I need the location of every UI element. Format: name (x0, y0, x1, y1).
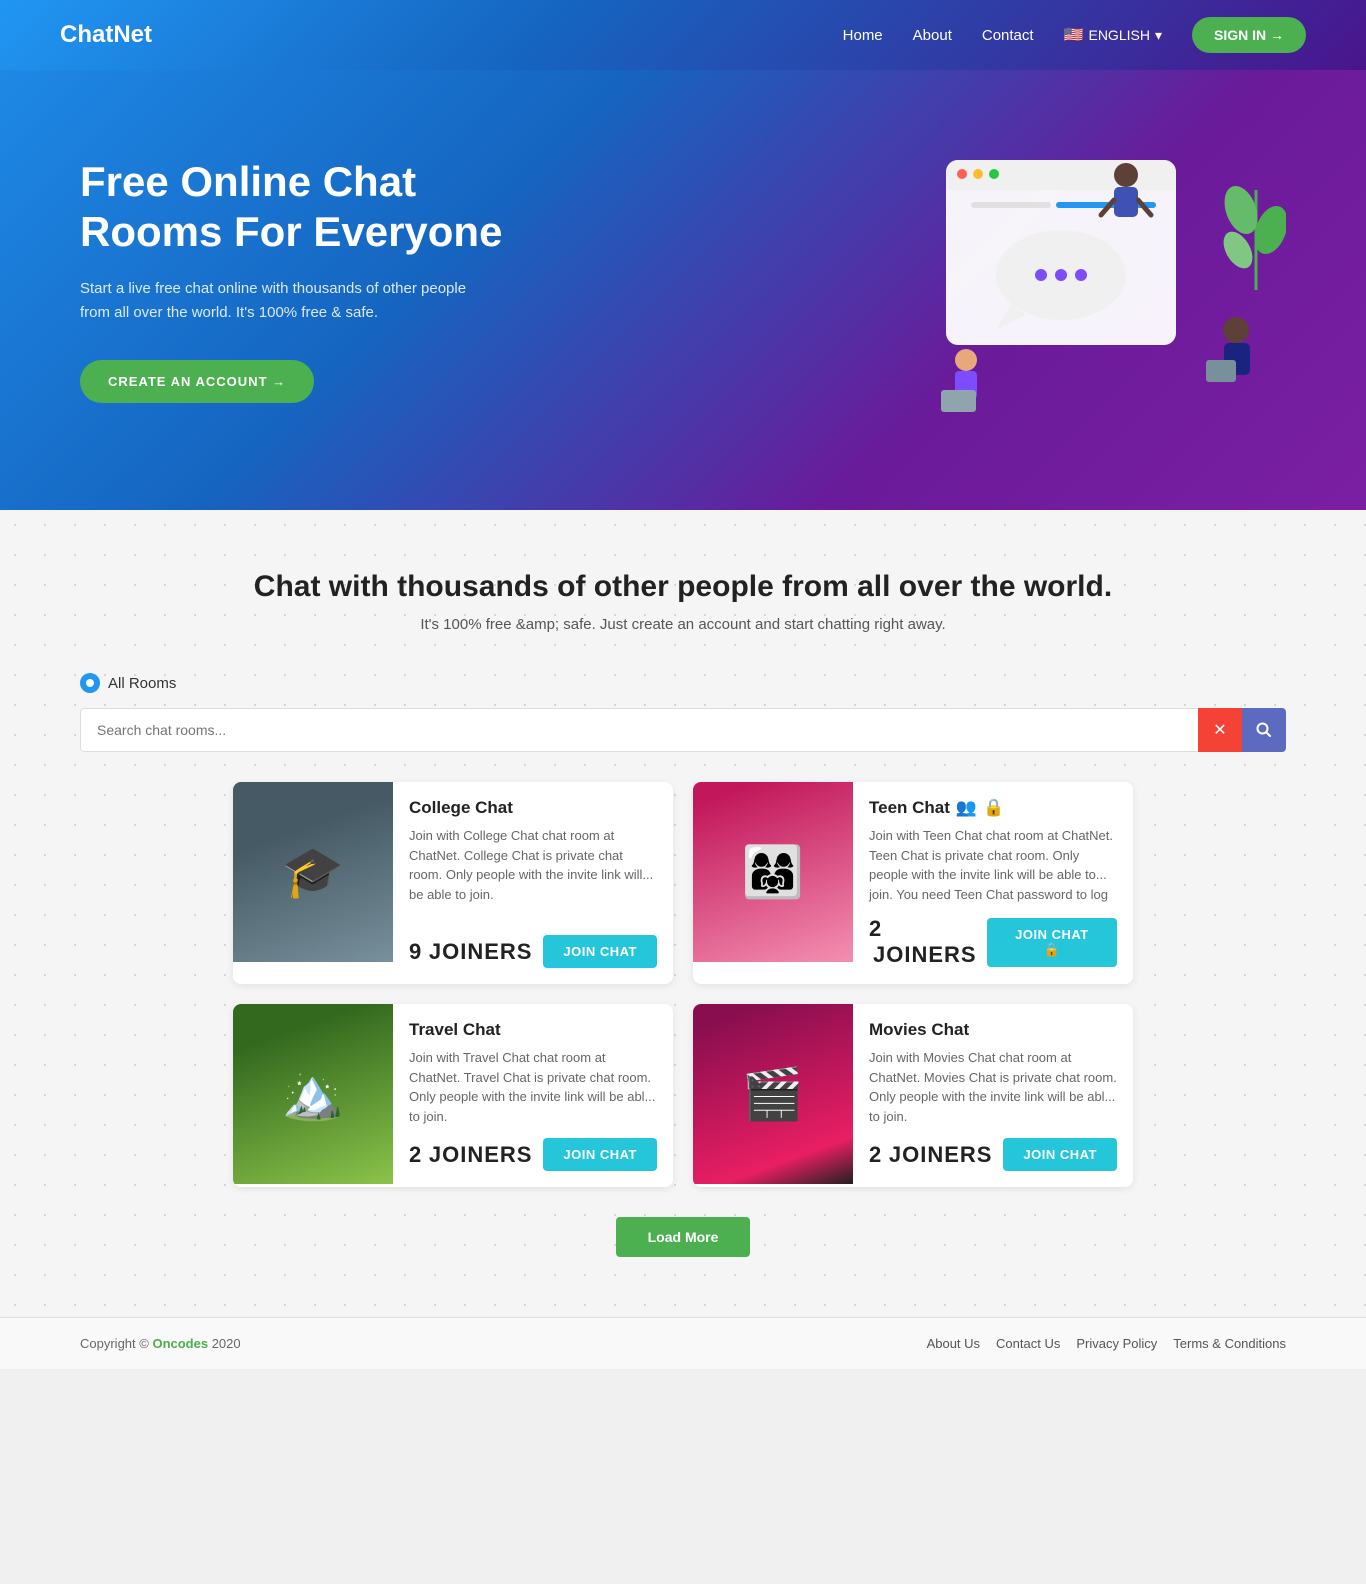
navbar: ChatNet Home About Contact 🇺🇸 ENGLISH ▾ … (0, 0, 1366, 70)
joiners-label: JOINERS (429, 939, 533, 964)
user-icon: 👥 (956, 798, 977, 818)
lock-badge: 🔒 (983, 798, 1004, 818)
language-selector[interactable]: 🇺🇸 ENGLISH ▾ (1064, 25, 1162, 45)
nav-links: Home About Contact 🇺🇸 ENGLISH ▾ SIGN IN … (843, 17, 1306, 53)
flag-icon: 🇺🇸 (1064, 25, 1084, 45)
load-more-button[interactable]: Load More (616, 1217, 751, 1257)
nav-home[interactable]: Home (843, 27, 883, 44)
room-card-college: 🎓 College Chat Join with College Chat ch… (233, 782, 673, 984)
room-desc-teen: Join with Teen Chat chat room at ChatNet… (869, 826, 1117, 904)
rooms-grid: 🎓 College Chat Join with College Chat ch… (233, 782, 1133, 1187)
create-account-button[interactable]: CREATE AN ACCOUNT → (80, 360, 314, 403)
room-desc-travel: Join with Travel Chat chat room at ChatN… (409, 1048, 657, 1126)
all-rooms-label: All Rooms (108, 675, 176, 692)
tab-circle-icon (80, 673, 100, 693)
hero-subtitle: Start a live free chat online with thous… (80, 277, 500, 325)
footer-copyright: Copyright © Oncodes 2020 (80, 1336, 241, 1351)
room-name-college: College Chat (409, 798, 657, 818)
join-chat-button-travel[interactable]: JOIN CHAT (543, 1138, 657, 1171)
main-section: Chat with thousands of other people from… (0, 510, 1366, 1317)
footer: Copyright © Oncodes 2020 About Us Contac… (0, 1317, 1366, 1369)
room-image-college: 🎓 (233, 782, 393, 962)
nav-contact[interactable]: Contact (982, 27, 1034, 44)
load-more-section: Load More (80, 1217, 1286, 1257)
room-card-movies: 🎬 Movies Chat Join with Movies Chat chat… (693, 1004, 1133, 1187)
joiners-label: JOINERS (873, 942, 977, 967)
search-input[interactable] (80, 708, 1198, 752)
joiners-count: 9 (409, 939, 421, 964)
join-chat-button-movies[interactable]: JOIN CHAT (1003, 1138, 1117, 1171)
site-logo: ChatNet (60, 21, 152, 49)
footer-terms-link[interactable]: Terms & Conditions (1173, 1336, 1286, 1351)
room-desc-movies: Join with Movies Chat chat room at ChatN… (869, 1048, 1117, 1126)
joiners-count: 2 (409, 1142, 421, 1167)
hero-section: Free Online Chat Rooms For Everyone Star… (0, 70, 1366, 510)
room-joiners-college: 9 JOINERS (409, 939, 532, 965)
footer-links: About Us Contact Us Privacy Policy Terms… (927, 1336, 1286, 1351)
footer-contact-link[interactable]: Contact Us (996, 1336, 1060, 1351)
room-card-teen: 👩‍👩‍👧 Teen Chat 👥🔒 Join with Teen Chat c… (693, 782, 1133, 984)
room-desc-college: Join with College Chat chat room at Chat… (409, 826, 657, 923)
hero-illustration (866, 130, 1286, 430)
chevron-down-icon: ▾ (1155, 27, 1162, 44)
room-name-teen: Teen Chat 👥🔒 (869, 798, 1117, 818)
joiners-count: 2 (869, 1142, 881, 1167)
joiners-count: 2 (869, 916, 881, 941)
room-name-travel: Travel Chat (409, 1020, 657, 1040)
joiners-label: JOINERS (429, 1142, 533, 1167)
room-joiners-movies: 2 JOINERS (869, 1142, 992, 1168)
nav-about[interactable]: About (913, 27, 952, 44)
room-image-movies: 🎬 (693, 1004, 853, 1184)
hero-content: Free Online Chat Rooms For Everyone Star… (80, 157, 560, 404)
signin-button[interactable]: SIGN IN → (1192, 17, 1306, 53)
search-clear-button[interactable]: ✕ (1198, 708, 1242, 752)
footer-about-link[interactable]: About Us (927, 1336, 980, 1351)
search-icon (1256, 722, 1272, 738)
join-chat-button-teen[interactable]: JOIN CHAT 🔒 (987, 918, 1117, 967)
room-card-travel: 🏔️ Travel Chat Join with Travel Chat cha… (233, 1004, 673, 1187)
room-joiners-travel: 2 JOINERS (409, 1142, 532, 1168)
language-label: ENGLISH (1088, 27, 1149, 43)
rooms-tab[interactable]: All Rooms (80, 673, 1286, 693)
footer-oncodes-link[interactable]: Oncodes (152, 1336, 208, 1351)
joiners-label: JOINERS (889, 1142, 993, 1167)
room-image-teen: 👩‍👩‍👧 (693, 782, 853, 962)
section-title: Chat with thousands of other people from… (80, 570, 1286, 604)
join-chat-button-college[interactable]: JOIN CHAT (543, 935, 657, 968)
section-subtitle: It's 100% free &amp; safe. Just create a… (80, 616, 1286, 633)
hero-title: Free Online Chat Rooms For Everyone (80, 157, 560, 258)
footer-privacy-link[interactable]: Privacy Policy (1076, 1336, 1157, 1351)
search-bar: ✕ (80, 708, 1286, 752)
logo-bold: Chat (60, 21, 113, 48)
search-submit-button[interactable] (1242, 708, 1286, 752)
room-name-movies: Movies Chat (869, 1020, 1117, 1040)
room-image-travel: 🏔️ (233, 1004, 393, 1184)
room-joiners-teen: 2 JOINERS (869, 916, 987, 968)
logo-light: Net (113, 21, 152, 48)
